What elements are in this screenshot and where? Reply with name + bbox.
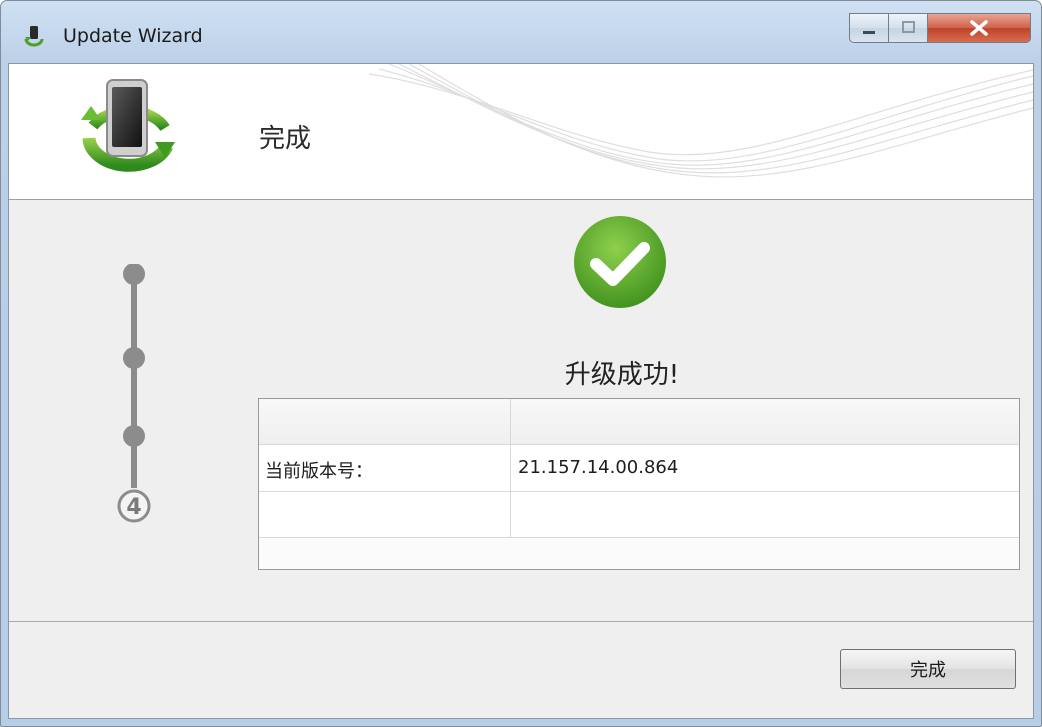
finish-button[interactable]: 完成 (840, 649, 1016, 689)
step-current-number: 4 (126, 495, 141, 520)
table-header-row (259, 399, 1019, 445)
table-row (259, 492, 1019, 538)
minimize-icon (863, 31, 875, 34)
table-row: 当前版本号： 21.157.14.00.864 (259, 445, 1019, 492)
close-icon (970, 20, 988, 36)
decorative-waves (369, 64, 1033, 178)
success-check-icon (574, 216, 666, 308)
wizard-step-title: 完成 (259, 124, 312, 154)
title-bar[interactable]: Update Wizard (1, 1, 1041, 63)
update-wizard-window: Update Wizard 完成 4 升级成功! 当前版本号： 21.157.1… (0, 0, 1042, 727)
wizard-client-area: 完成 4 升级成功! 当前版本号： 21.157.14.00.864 完成 (8, 63, 1034, 719)
upgrade-success-message: 升级成功! (564, 360, 680, 390)
wizard-header-banner: 完成 (9, 64, 1033, 200)
footer-divider (9, 621, 1033, 622)
minimize-button[interactable] (849, 13, 889, 43)
maximize-icon (902, 21, 915, 33)
version-info-table: 当前版本号： 21.157.14.00.864 (258, 398, 1020, 570)
close-button[interactable] (927, 13, 1031, 43)
step-progress-indicator: 4 (117, 264, 151, 523)
phone-update-logo-icon (81, 79, 175, 172)
step-dot-1 (123, 264, 145, 285)
app-icon (24, 26, 44, 47)
maximize-button[interactable] (888, 13, 928, 43)
current-version-value: 21.157.14.00.864 (518, 457, 679, 478)
current-version-label: 当前版本号： (265, 461, 373, 482)
window-title: Update Wizard (63, 25, 203, 47)
step-dot-3 (123, 425, 145, 447)
table-column-divider (510, 399, 511, 537)
